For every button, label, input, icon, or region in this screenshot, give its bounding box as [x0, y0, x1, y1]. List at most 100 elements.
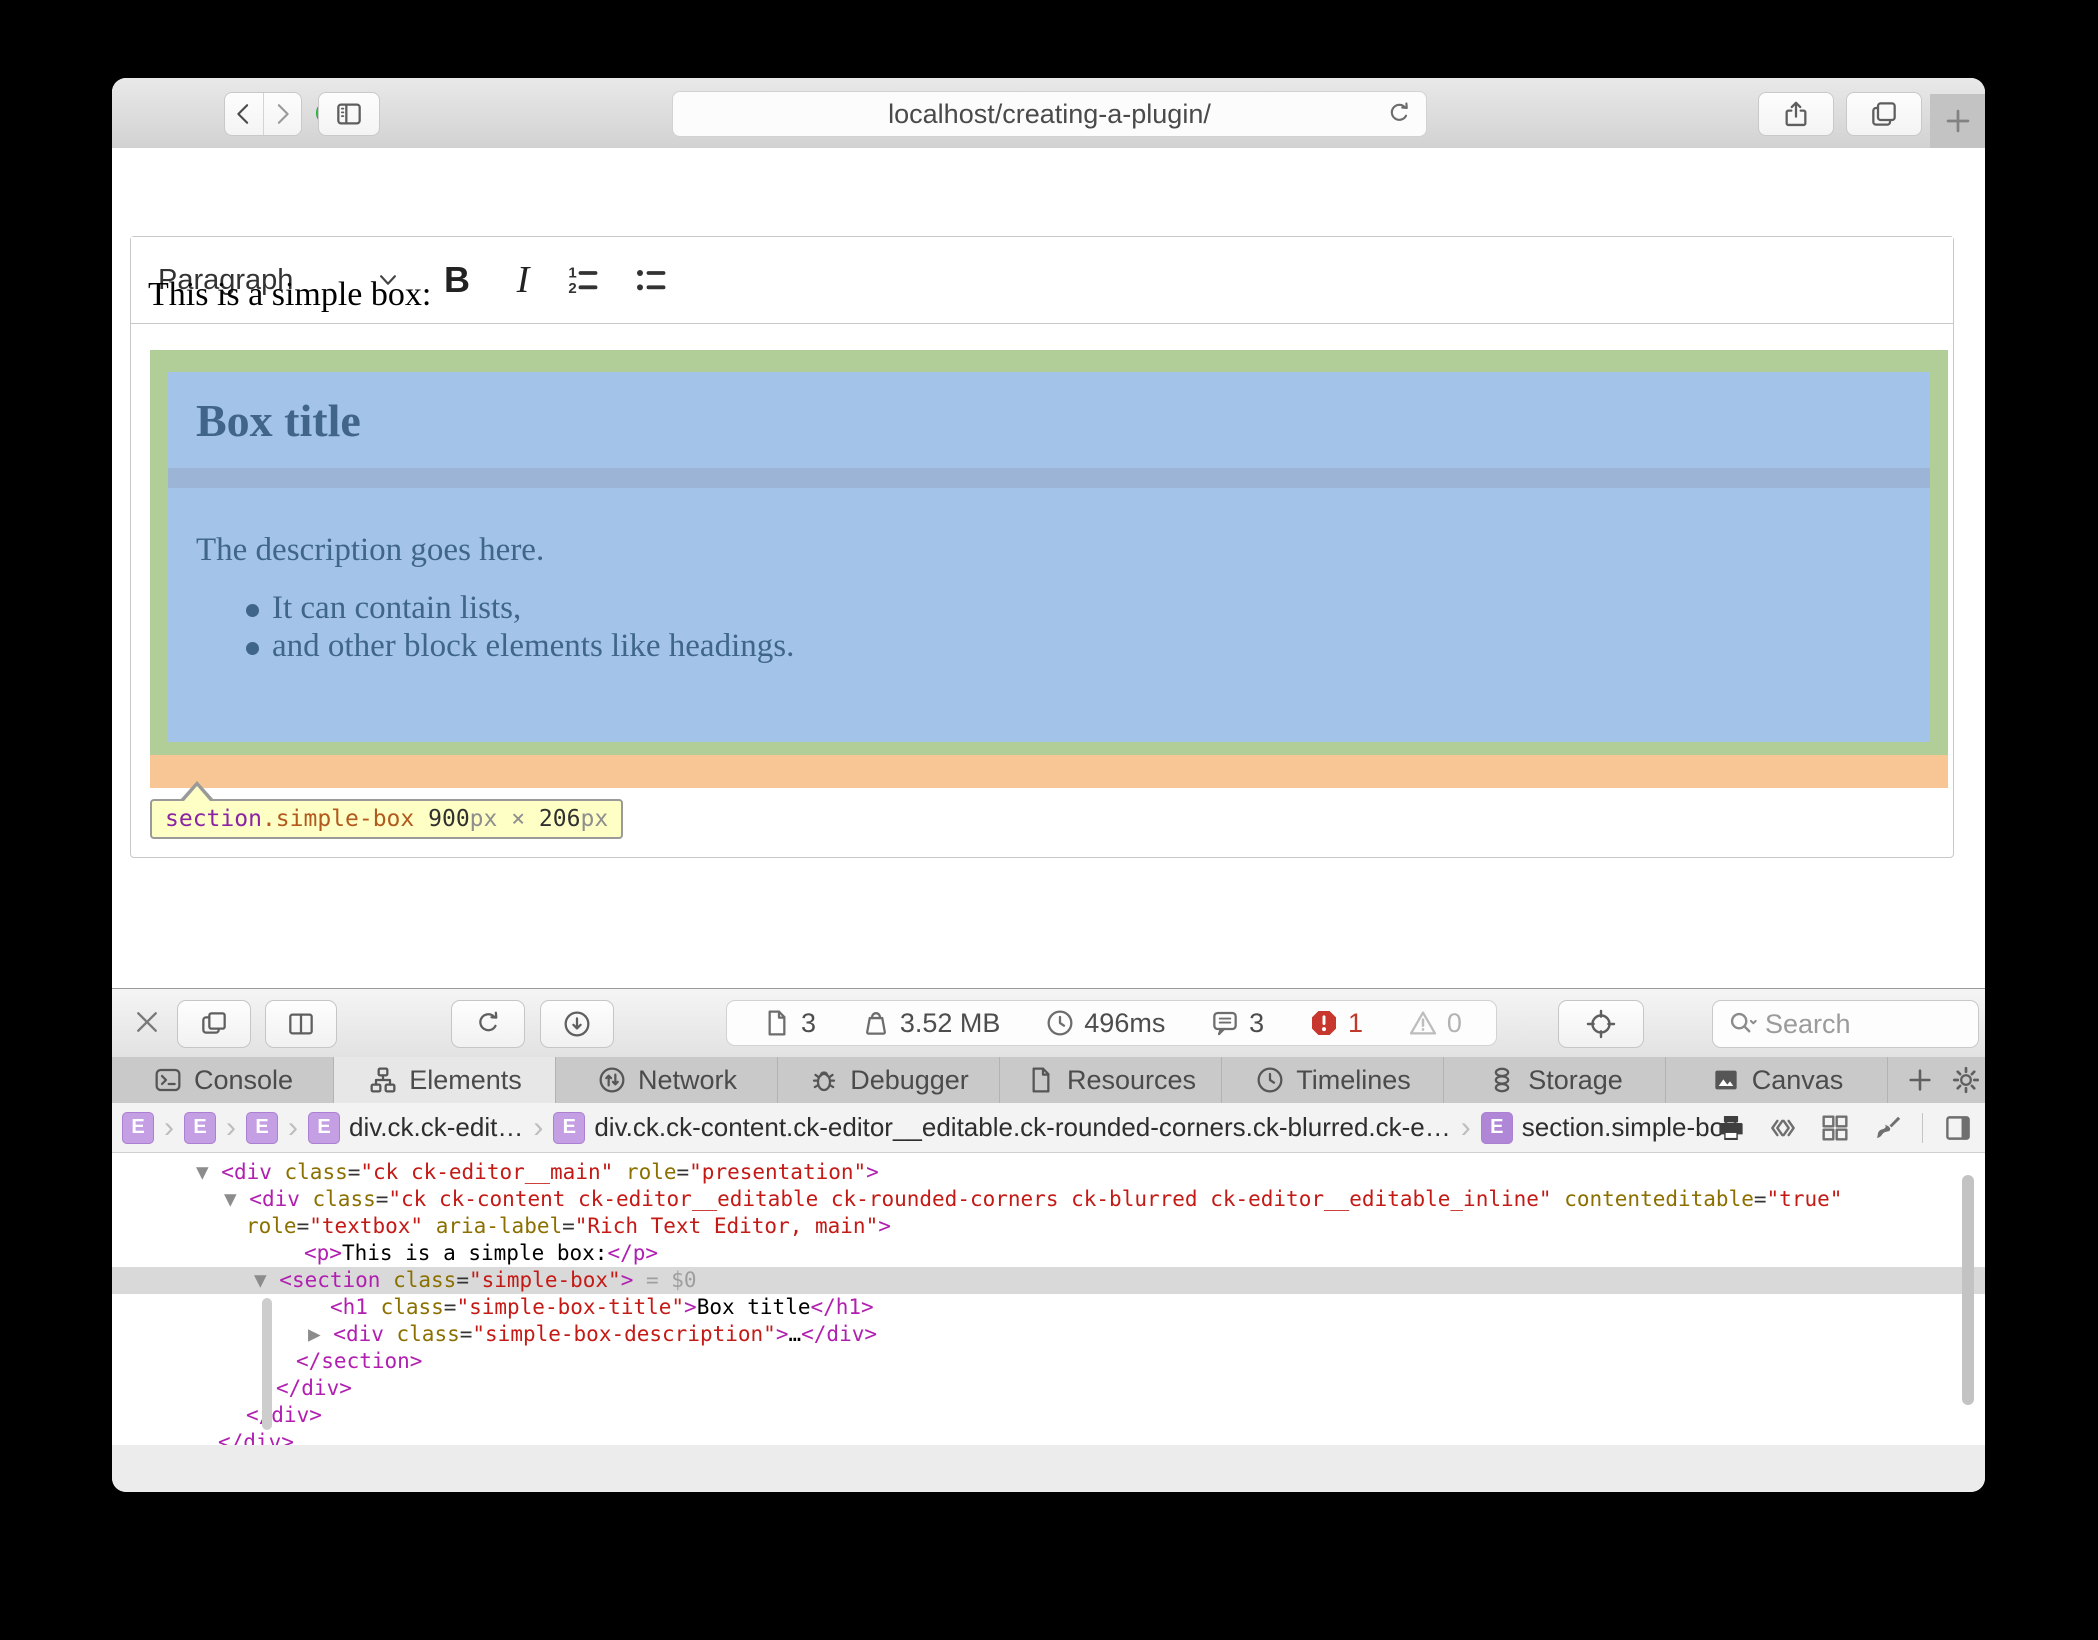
close-inspector-icon[interactable]	[128, 1003, 166, 1041]
dom-tree-row[interactable]: ▼ <div class="ck ck-editor__main" role="…	[112, 1159, 1985, 1186]
url-field[interactable]: localhost/creating-a-plugin/	[672, 91, 1427, 137]
bulleted-list-button[interactable]	[631, 261, 671, 301]
url-text: localhost/creating-a-plugin/	[888, 99, 1211, 130]
svg-text:1: 1	[568, 265, 576, 282]
tab-resources[interactable]: Resources	[1000, 1057, 1222, 1103]
tooltip-width-unit: px	[470, 806, 498, 832]
bold-button-label: B	[444, 259, 470, 301]
grid-icon[interactable]	[1818, 1111, 1852, 1145]
breadcrumb-separator-icon: ›	[154, 1111, 184, 1145]
tab-network[interactable]: Network	[556, 1057, 778, 1103]
bubble-icon	[1209, 1007, 1241, 1039]
editor-intro-paragraph[interactable]: This is a simple box:	[148, 276, 431, 314]
dom-tree-row[interactable]: ▼ <section class="simple-box"> = $0	[112, 1267, 1985, 1294]
stat-error-oct: 1	[1308, 1007, 1363, 1039]
resource-stats-group: 33.52 MB496ms310	[726, 1000, 1497, 1046]
tab-overview-button[interactable]	[1846, 92, 1922, 136]
tab-timelines[interactable]: Timelines	[1222, 1057, 1444, 1103]
history-nav-group	[224, 92, 302, 136]
dom-tree-row[interactable]: </div>	[112, 1429, 1985, 1445]
highlight-padding-overlay: Box title The description goes here. It …	[150, 350, 1948, 755]
download-button[interactable]	[540, 1000, 614, 1048]
highlight-gap-band	[168, 468, 1930, 488]
description-list-item[interactable]: It can contain lists,	[272, 590, 521, 627]
breadcrumb-item[interactable]: E	[122, 1112, 154, 1144]
page-viewport: Paragraph B I 12 This is a simple box: B…	[112, 148, 1985, 988]
dom-tree-row[interactable]: </section>	[112, 1348, 1985, 1375]
dom-tree-row[interactable]: </div>	[112, 1402, 1985, 1429]
split-view-button[interactable]	[265, 1000, 337, 1048]
network-icon	[596, 1064, 628, 1096]
back-button[interactable]	[226, 93, 263, 135]
tab-elements[interactable]: Elements	[334, 1057, 556, 1103]
search-icon	[1725, 1007, 1759, 1041]
dom-tree-row[interactable]: ▼ <div class="ck ck-content ck-editor__e…	[112, 1186, 1985, 1213]
highlight-content-title: Box title	[168, 372, 1930, 468]
reload-icon[interactable]	[1384, 99, 1414, 129]
tab-storage[interactable]: Storage	[1444, 1057, 1666, 1103]
tab-label: Network	[638, 1065, 737, 1096]
code-brackets-icon[interactable]	[1766, 1111, 1800, 1145]
breadcrumb-actions	[1714, 1103, 1975, 1153]
canvas-icon	[1710, 1064, 1742, 1096]
breadcrumb-item-div[interactable]: Ediv.ck.ck-edit…	[308, 1112, 523, 1144]
breadcrumb-label: div.ck.ck-edit…	[349, 1112, 523, 1143]
element-picker-button[interactable]	[1558, 1000, 1644, 1048]
description-list-item[interactable]: and other block elements like headings.	[272, 628, 794, 665]
bold-button[interactable]: B	[427, 237, 487, 323]
stat-clock: 496ms	[1044, 1007, 1165, 1039]
stat-value: 1	[1348, 1008, 1363, 1039]
italic-button[interactable]: I	[493, 237, 553, 323]
divider	[1922, 1113, 1923, 1143]
dom-tree-row[interactable]: </div>	[112, 1375, 1985, 1402]
new-tab-button[interactable]	[1930, 94, 1985, 148]
dom-tree-row[interactable]: <p>This is a simple box:</p>	[112, 1240, 1985, 1267]
chevron-left-icon	[229, 99, 259, 129]
share-button[interactable]	[1758, 92, 1834, 136]
settings-icon[interactable]	[1950, 1064, 1982, 1096]
dom-tree-row[interactable]: role="textbox" aria-label="Rich Text Edi…	[112, 1213, 1985, 1240]
panel-toggle-icon[interactable]	[1941, 1111, 1975, 1145]
crosshair-icon	[1584, 1007, 1618, 1041]
elements-icon	[367, 1064, 399, 1096]
stat-value: 3	[1249, 1008, 1264, 1039]
breadcrumb-label: div.ck.ck-content.ck-editor__editable.ck…	[594, 1112, 1450, 1143]
breadcrumb-separator-icon: ›	[523, 1111, 553, 1145]
stat-doc: 3	[761, 1007, 816, 1039]
breadcrumb-item[interactable]: E	[184, 1112, 216, 1144]
print-icon[interactable]	[1714, 1111, 1748, 1145]
console-icon	[152, 1064, 184, 1096]
tab-console[interactable]: Console	[112, 1057, 334, 1103]
element-badge-icon: E	[246, 1112, 278, 1144]
safari-window: localhost/creating-a-plugin/ Paragraph	[112, 78, 1985, 1492]
dom-tree-row[interactable]: ▶ <div class="simple-box-description">…<…	[112, 1321, 1985, 1348]
element-badge-icon: E	[308, 1112, 340, 1144]
sidebar-toggle-button[interactable]	[318, 92, 380, 136]
copy-stack-icon	[198, 1008, 230, 1040]
dom-tree-row[interactable]: <h1 class="simple-box-title">Box title</…	[112, 1294, 1985, 1321]
tab-canvas[interactable]: Canvas	[1666, 1057, 1888, 1103]
breadcrumb-item-div[interactable]: Ediv.ck.ck-content.ck-editor__editable.c…	[553, 1112, 1450, 1144]
tooltip-times: ×	[497, 806, 539, 832]
breadcrumb-item[interactable]: E	[246, 1112, 278, 1144]
add-tab-icon[interactable]	[1904, 1064, 1936, 1096]
box-title-heading[interactable]: Box title	[168, 394, 361, 447]
description-paragraph[interactable]: The description goes here.	[196, 532, 544, 569]
breadcrumb-separator-icon: ›	[216, 1111, 246, 1145]
inspector-search-field[interactable]: Search	[1712, 1000, 1979, 1048]
brush-icon[interactable]	[1870, 1111, 1904, 1145]
stat-bubble: 3	[1209, 1007, 1264, 1039]
dock-undock-button[interactable]	[177, 1000, 251, 1048]
stat-value: 0	[1447, 1008, 1462, 1039]
tree-scrollbar-thumb[interactable]	[1962, 1175, 1974, 1405]
breadcrumb-item-section[interactable]: Esection.simple-box	[1481, 1112, 1737, 1144]
numbered-list-button[interactable]: 12	[563, 261, 603, 301]
stat-value: 3	[801, 1008, 816, 1039]
element-badge-icon: E	[1481, 1112, 1513, 1144]
reload-page-button[interactable]	[451, 1000, 525, 1048]
plus-icon	[1941, 104, 1975, 138]
inspector-tab-bar: ConsoleElements Network DebuggerResourcesT…	[112, 1057, 1985, 1104]
tab-debugger[interactable]: Debugger	[778, 1057, 1000, 1103]
forward-button[interactable]	[263, 93, 301, 135]
storage-icon	[1486, 1064, 1518, 1096]
